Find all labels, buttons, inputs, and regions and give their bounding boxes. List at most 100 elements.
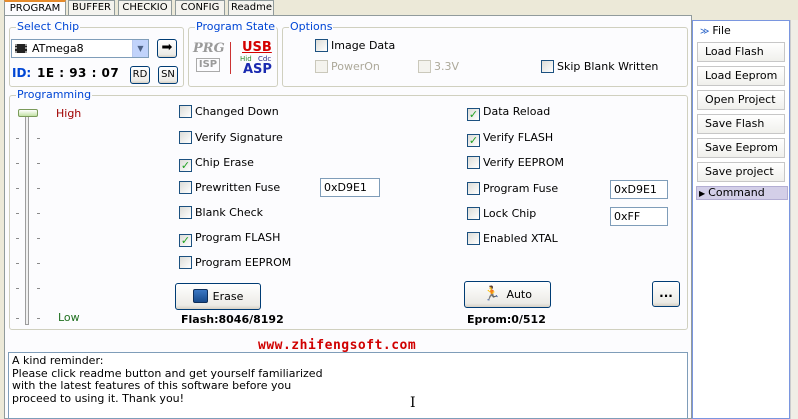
chip-erase-checkbox[interactable]: ✓ Chip Erase bbox=[179, 156, 254, 172]
slider-tick bbox=[37, 263, 40, 264]
tab-readme[interactable]: Readme bbox=[228, 0, 274, 15]
slider-tick bbox=[37, 188, 40, 189]
program-fuse-field[interactable]: 0xD9E1 bbox=[610, 180, 668, 199]
checkbox-box[interactable] bbox=[467, 182, 480, 195]
tab-bar: PROGRAM BUFFER CHECKIO CONFIG Readme bbox=[0, 0, 798, 16]
eraser-icon bbox=[192, 289, 208, 303]
programming-group: Programming bbox=[9, 88, 688, 330]
skip-blank-checkbox[interactable]: Skip Blank Written bbox=[541, 60, 658, 74]
slider-tick bbox=[37, 238, 40, 239]
tab-buffer[interactable]: BUFFER bbox=[68, 0, 115, 15]
tab-config[interactable]: CONFIG bbox=[175, 0, 225, 15]
file-section-header[interactable]: ≫ File bbox=[696, 24, 786, 38]
tab-program[interactable]: PROGRAM bbox=[4, 0, 66, 16]
slider-tick bbox=[16, 238, 19, 239]
verify-signature-label: Verify Signature bbox=[195, 131, 283, 144]
chevron-down-icon[interactable]: ▼ bbox=[132, 40, 148, 57]
tab-checkio[interactable]: CHECKIO bbox=[118, 0, 172, 15]
lock-chip-checkbox[interactable]: Lock Chip bbox=[467, 207, 536, 221]
lock-chip-field[interactable]: 0xFF bbox=[610, 207, 668, 226]
load-eeprom-button[interactable]: Load Eeprom bbox=[697, 66, 785, 86]
slider-tick bbox=[37, 138, 40, 139]
speed-slider-thumb[interactable] bbox=[18, 109, 38, 117]
3v3-checkbox[interactable]: 3.3V bbox=[418, 60, 459, 74]
expand-arrow-icon: ▶ bbox=[699, 189, 706, 198]
save-eeprom-button[interactable]: Save Eeprom bbox=[697, 138, 785, 158]
checkbox-box[interactable] bbox=[418, 60, 431, 73]
checkbox-box[interactable] bbox=[541, 60, 554, 73]
changed-down-checkbox[interactable]: Changed Down bbox=[179, 105, 279, 119]
checkbox-box[interactable] bbox=[315, 60, 328, 73]
checkbox-box[interactable] bbox=[179, 105, 192, 118]
open-project-button[interactable]: Open Project bbox=[697, 90, 785, 110]
prewritten-fuse-checkbox[interactable]: Prewritten Fuse bbox=[179, 181, 280, 195]
blank-check-checkbox[interactable]: Blank Check bbox=[179, 206, 263, 220]
program-flash-checkbox[interactable]: ✓ Program FLASH bbox=[179, 231, 280, 247]
auto-button[interactable]: 🏃 Auto bbox=[464, 281, 551, 308]
file-header-label: File bbox=[712, 24, 731, 37]
erase-button[interactable]: Erase bbox=[175, 283, 261, 310]
prewritten-fuse-label: Prewritten Fuse bbox=[195, 181, 281, 194]
prg-indicator: PRG bbox=[193, 41, 225, 56]
chip-erase-label: Chip Erase bbox=[195, 156, 254, 169]
command-section-header[interactable]: ▶ Command bbox=[696, 186, 788, 200]
programming-title: Programming bbox=[16, 88, 93, 101]
power-on-checkbox[interactable]: PowerOn bbox=[315, 60, 380, 74]
chip-select-value: ATmega8 bbox=[32, 42, 84, 55]
checkbox-box[interactable] bbox=[315, 39, 328, 52]
reminder-textarea[interactable]: A kind reminder: Please click readme but… bbox=[8, 352, 688, 419]
enabled-xtal-checkbox[interactable]: Enabled XTAL bbox=[467, 232, 558, 246]
checkbox-box[interactable] bbox=[179, 131, 192, 144]
3v3-label: 3.3V bbox=[434, 60, 460, 73]
slider-tick bbox=[16, 263, 19, 264]
program-fuse-checkbox[interactable]: Program Fuse bbox=[467, 182, 558, 196]
isp-indicator: ISP bbox=[196, 58, 220, 72]
usb-indicator: USB bbox=[242, 40, 272, 55]
high-label: High bbox=[56, 107, 82, 120]
verify-flash-checkbox[interactable]: ✓ Verify FLASH bbox=[467, 131, 553, 147]
image-data-checkbox[interactable]: Image Data bbox=[315, 39, 395, 53]
data-reload-checkbox[interactable]: ✓ Data Reload bbox=[467, 105, 550, 121]
checkbox-box[interactable]: ✓ bbox=[179, 234, 192, 247]
select-chip-title: Select Chip bbox=[16, 20, 81, 33]
prewritten-fuse-field[interactable]: 0xD9E1 bbox=[320, 178, 380, 197]
program-eeprom-checkbox[interactable]: Program EEPROM bbox=[179, 256, 291, 270]
lock-chip-label: Lock Chip bbox=[483, 207, 537, 220]
slider-tick bbox=[16, 138, 19, 139]
running-man-icon: 🏃 bbox=[483, 286, 501, 302]
checkbox-box[interactable]: ✓ bbox=[467, 108, 480, 121]
slider-tick bbox=[16, 188, 19, 189]
verify-eeprom-checkbox[interactable]: Verify EEPROM bbox=[467, 156, 564, 170]
save-flash-button[interactable]: Save Flash bbox=[697, 114, 785, 134]
checkbox-box[interactable] bbox=[179, 206, 192, 219]
low-label: Low bbox=[58, 311, 80, 324]
save-project-button[interactable]: Save project bbox=[697, 162, 785, 182]
checkbox-box[interactable]: ✓ bbox=[467, 134, 480, 147]
options-group: Options bbox=[282, 20, 688, 87]
more-options-button[interactable]: ... bbox=[652, 281, 680, 307]
chip-select[interactable]: ATmega8 ▼ bbox=[11, 39, 149, 58]
checkbox-box[interactable] bbox=[179, 181, 192, 194]
power-on-label: PowerOn bbox=[331, 60, 380, 73]
checkbox-box[interactable] bbox=[467, 207, 480, 220]
slider-tick bbox=[16, 163, 19, 164]
checkbox-box[interactable] bbox=[467, 232, 480, 245]
chip-icon bbox=[15, 44, 27, 53]
checkbox-box[interactable] bbox=[467, 156, 480, 169]
eprom-status: Eprom:0/512 bbox=[467, 313, 546, 326]
speed-slider-track[interactable] bbox=[25, 113, 29, 325]
arrow-right-icon: ➡ bbox=[161, 40, 173, 55]
side-panel-scrollbar[interactable] bbox=[790, 20, 798, 419]
checkbox-box[interactable]: ✓ bbox=[179, 159, 192, 172]
slider-tick bbox=[16, 318, 19, 319]
id-label: ID: bbox=[12, 66, 32, 80]
state-divider bbox=[230, 42, 231, 74]
go-arrow-button[interactable]: ➡ bbox=[157, 39, 177, 58]
program-eeprom-label: Program EEPROM bbox=[195, 256, 292, 269]
sn-button[interactable]: SN bbox=[158, 66, 178, 84]
rd-button[interactable]: RD bbox=[130, 66, 150, 84]
load-flash-button[interactable]: Load Flash bbox=[697, 42, 785, 62]
checkbox-box[interactable] bbox=[179, 256, 192, 269]
verify-signature-checkbox[interactable]: Verify Signature bbox=[179, 131, 283, 145]
program-state-title: Program State bbox=[195, 20, 277, 33]
